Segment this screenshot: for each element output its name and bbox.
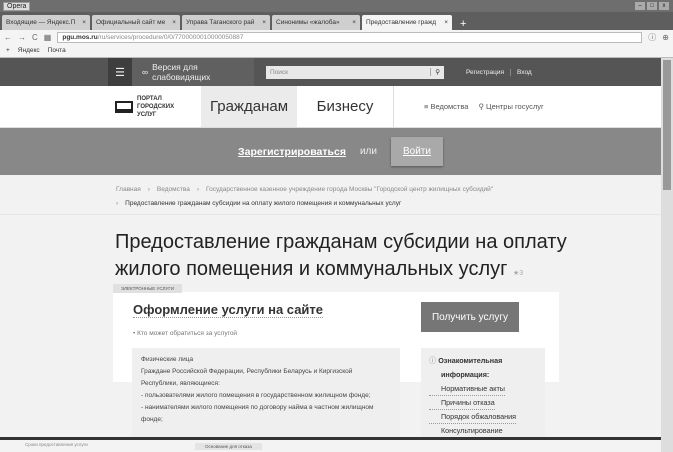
breadcrumb-current: Предоставление гражданам субсидии на опл…: [125, 200, 402, 207]
register-link[interactable]: Регистрация: [466, 69, 504, 76]
tab-business[interactable]: Бизнесу: [297, 86, 393, 127]
browser-tab-active[interactable]: Предоставление гражд ×: [362, 15, 452, 30]
maximize-button[interactable]: □: [647, 2, 657, 10]
overlay-strip: Сроки предоставления услуги Основание дл…: [0, 437, 673, 452]
logo-text: ГОРОДСКИХ: [137, 103, 175, 110]
applicant-text: Граждане Российской Федерации, Республик…: [141, 368, 353, 387]
reload-icon[interactable]: C: [32, 33, 38, 42]
laptop-icon: [115, 100, 133, 113]
search-input[interactable]: Поиск ⚲: [266, 65, 444, 79]
page-title: Предоставление гражданам субсидии на опл…: [0, 215, 661, 287]
login-link[interactable]: Вход: [517, 69, 532, 76]
tab-citizens[interactable]: Гражданам: [201, 86, 297, 127]
link-label: Ведомства: [430, 102, 469, 111]
login-button[interactable]: Войти: [390, 137, 443, 166]
service-terms-link[interactable]: Сроки предоставления услуги: [25, 442, 88, 447]
link-label: Центры госуслуг: [486, 102, 544, 111]
breadcrumb-home[interactable]: Главная: [116, 186, 141, 193]
bookmark-pochta[interactable]: Почта: [48, 47, 66, 54]
scrollbar-thumb[interactable]: [663, 60, 671, 190]
tab-label: Синонимы «жалоба»: [276, 19, 340, 26]
close-tab-icon[interactable]: ×: [444, 19, 448, 26]
main-nav: ПОРТАЛ ГОРОДСКИХ УСЛУГ Гражданам Бизнесу ≡…: [0, 86, 661, 128]
search-icon[interactable]: ⚲: [430, 68, 444, 76]
applicant-text: - пользователями жилого помещения в госу…: [141, 392, 371, 399]
info-icon: ⓘ: [429, 356, 439, 365]
scrollbar[interactable]: [661, 58, 673, 452]
applicant-text: - нанимателями жилого помещения по догов…: [141, 404, 374, 423]
departments-link[interactable]: ≡ Ведомства: [424, 102, 468, 111]
close-tab-icon[interactable]: ×: [262, 19, 266, 26]
applicants-box: Физические лица Граждане Российской Феде…: [132, 348, 400, 444]
info-icon[interactable]: ⓘ: [648, 32, 656, 43]
tab-label: Предоставление гражд: [366, 19, 437, 26]
title-line: Предоставление гражданам субсидии на опл…: [115, 231, 567, 253]
back-icon[interactable]: ←: [4, 33, 12, 42]
search-placeholder: Поиск: [270, 68, 289, 76]
who-label: Кто может обратиться за услугой: [137, 330, 238, 337]
logo-text: ПОРТАЛ: [137, 95, 162, 102]
normative-acts-link[interactable]: Нормативные акты: [429, 382, 505, 396]
browser-tab[interactable]: Входящие — Яндекс.П ×: [2, 15, 90, 30]
refusal-grounds-tab[interactable]: Основание для отказа: [195, 443, 262, 450]
portal-logo[interactable]: ПОРТАЛ ГОРОДСКИХ УСЛУГ: [115, 86, 201, 127]
who-can-apply-link[interactable]: • Кто может обратиться за услугой: [133, 330, 237, 337]
download-icon[interactable]: ⊕: [662, 33, 669, 42]
tab-bar: Входящие — Яндекс.П × Официальный сайт ме…: [0, 12, 673, 30]
tab-label: Официальный сайт ме: [96, 19, 166, 26]
add-bookmark-icon[interactable]: +: [6, 47, 10, 54]
info-heading: Ознакомительная информация:: [438, 356, 503, 379]
close-tab-icon[interactable]: ×: [172, 19, 176, 26]
service-card: ЭЛЕКТРОННЫЕ УСЛУГИ Оформление услуги на …: [113, 284, 559, 444]
menu-icon[interactable]: ☰: [108, 58, 132, 86]
service-heading[interactable]: Оформление услуги на сайте: [133, 302, 324, 318]
minimize-button[interactable]: –: [635, 2, 645, 10]
applicant-text: Физические лица: [141, 356, 194, 363]
breadcrumb-departments[interactable]: Ведомства: [157, 186, 190, 193]
tab-label: Управа Таганского рай: [186, 19, 255, 26]
accessible-version-link[interactable]: ∞ Версия для слабовидящих: [132, 58, 254, 86]
breadcrumb-agency[interactable]: Государственное казенное учреждение горо…: [206, 186, 493, 193]
forward-icon[interactable]: →: [18, 33, 26, 42]
divider: [510, 68, 511, 76]
info-box: ⓘ Ознакомительная информация: Нормативны…: [421, 348, 545, 444]
app-name: Opera: [3, 1, 31, 11]
consultation-link[interactable]: Консультирование: [429, 424, 503, 438]
browser-tab[interactable]: Управа Таганского рай ×: [182, 15, 270, 30]
location-pin-icon: ⚲: [478, 102, 487, 111]
refusal-reasons-link[interactable]: Причины отказа: [429, 396, 495, 410]
close-tab-icon[interactable]: ×: [352, 19, 356, 26]
auth-banner: Зарегистрироваться или Войти: [0, 128, 661, 175]
browser-tab[interactable]: Официальный сайт ме ×: [92, 15, 180, 30]
glasses-icon: ∞: [142, 67, 149, 77]
browser-tab[interactable]: Синонимы «жалоба» ×: [272, 15, 360, 30]
logo-text: УСЛУГ: [137, 111, 157, 118]
get-service-button[interactable]: Получить услугу: [421, 302, 519, 332]
register-banner-link[interactable]: Зарегистрироваться: [238, 146, 346, 158]
close-button[interactable]: x: [659, 2, 669, 10]
or-text: или: [359, 146, 377, 157]
site-top-bar: ☰ ∞ Версия для слабовидящих Поиск ⚲ Регист…: [0, 58, 661, 86]
rating-count: 3: [519, 270, 524, 277]
address-bar-row: ← → C ▦ pgu.mos.ru/ru/services/procedure/0/…: [0, 30, 673, 44]
url-path: /ru/services/procedure/0/0/7700000010000…: [97, 33, 244, 41]
new-tab-button[interactable]: +: [454, 18, 472, 30]
service-centers-link[interactable]: ⚲ Центры госуслуг: [478, 102, 543, 111]
breadcrumb: Главная › Ведомства › Государственное казенн…: [0, 175, 661, 215]
speed-dial-icon[interactable]: ▦: [44, 33, 52, 42]
close-tab-icon[interactable]: ×: [82, 19, 86, 26]
appeal-procedure-link[interactable]: Порядок обжалования: [429, 410, 517, 424]
tab-label: Входящие — Яндекс.П: [6, 19, 76, 26]
url-input[interactable]: pgu.mos.ru/ru/services/procedure/0/0/770…: [57, 31, 643, 43]
url-domain: pgu.mos.ru: [62, 33, 98, 41]
accessible-label: Версия для слабовидящих: [152, 62, 211, 82]
title-line: жилого помещения и коммунальных услуг: [115, 258, 508, 280]
bookmark-yandex[interactable]: Яндекс: [18, 47, 40, 54]
service-type-badge: ЭЛЕКТРОННЫЕ УСЛУГИ: [113, 284, 182, 293]
bookmarks-bar: + Яндекс Почта: [0, 44, 673, 58]
rating: ★3: [512, 270, 524, 277]
browser-title-bar: Opera – □ x: [0, 0, 673, 12]
